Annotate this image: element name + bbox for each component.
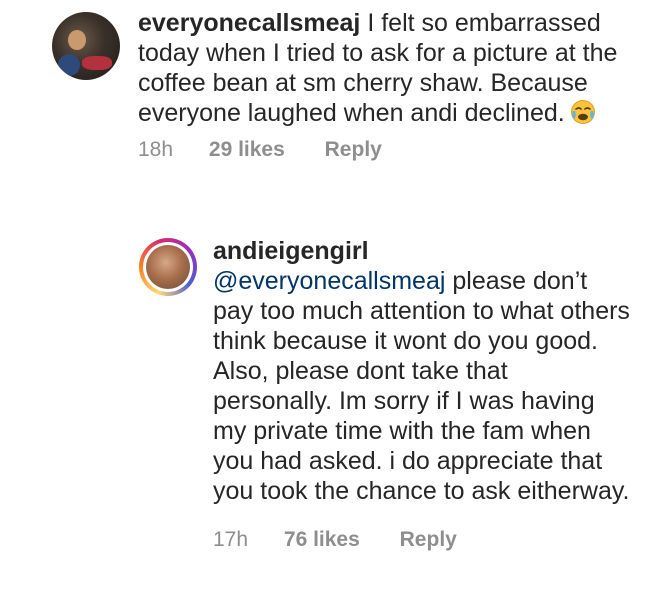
comment-body: everyonecallsmeaj I felt so embarrassed … bbox=[138, 8, 638, 128]
likes-count[interactable]: 29 likes bbox=[209, 138, 285, 161]
comment-timestamp: 17h bbox=[213, 528, 249, 551]
avatar-photo-detail bbox=[82, 56, 112, 70]
comment-meta: 18h 29 likes Reply bbox=[138, 138, 416, 162]
crying-face-icon bbox=[570, 100, 595, 124]
comment-text: please don’t pay too much attention to w… bbox=[213, 267, 637, 505]
avatar-story-ring[interactable] bbox=[139, 238, 197, 296]
comment-body: andieigengirl @everyonecallsmeaj please … bbox=[213, 236, 633, 506]
reply-button[interactable]: Reply bbox=[400, 528, 457, 551]
comment-meta: 17h 76 likes Reply bbox=[213, 528, 491, 552]
avatar[interactable] bbox=[52, 12, 120, 80]
comment-username[interactable]: everyonecallsmeaj bbox=[138, 9, 360, 37]
comment-username[interactable]: andieigengirl bbox=[213, 237, 369, 265]
likes-count[interactable]: 76 likes bbox=[284, 528, 360, 551]
avatar bbox=[146, 245, 190, 289]
avatar-photo-detail bbox=[68, 30, 86, 50]
comments-screenshot: { "comments": [ { "username": "everyonec… bbox=[0, 0, 660, 600]
comment-timestamp: 18h bbox=[138, 138, 174, 161]
avatar-photo-detail bbox=[58, 54, 80, 76]
reply-button[interactable]: Reply bbox=[325, 138, 382, 161]
mention-link[interactable]: @everyonecallsmeaj bbox=[213, 267, 445, 295]
